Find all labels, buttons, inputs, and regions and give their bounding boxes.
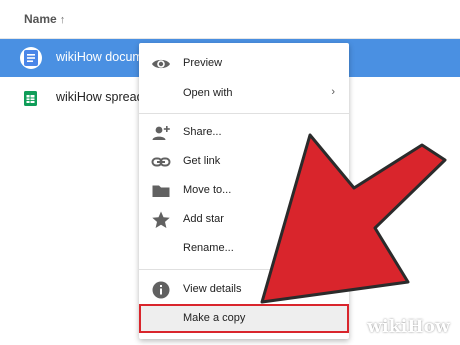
red-pointer-arrow	[260, 133, 447, 304]
wikihow-watermark: wikiHow	[367, 317, 450, 337]
